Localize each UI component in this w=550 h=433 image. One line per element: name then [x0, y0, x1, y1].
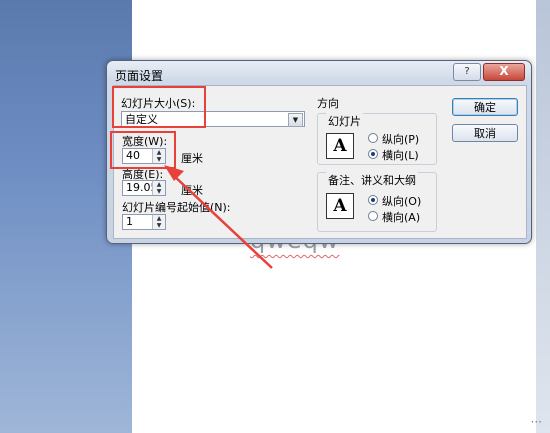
start-number-spinner[interactable]: ▲ ▼ [152, 215, 165, 229]
cancel-button[interactable]: 取消 [452, 124, 518, 142]
spin-up-icon[interactable]: ▲ [153, 215, 165, 222]
close-icon[interactable]: X [483, 63, 525, 81]
spin-down-icon[interactable]: ▼ [153, 222, 165, 229]
page-icon: A [326, 133, 354, 159]
height-input[interactable]: 19.05 ▲ ▼ [122, 180, 166, 196]
page-setup-dialog: 页面设置 ? X 幻灯片大小(S): 自定义 ▼ 宽度(W): 40 ▲ ▼ 厘米… [106, 60, 532, 244]
spin-up-icon[interactable]: ▲ [153, 149, 165, 156]
start-number-label: 幻灯片编号起始值(N): [122, 201, 231, 214]
dialog-title: 页面设置 [115, 69, 164, 83]
width-input[interactable]: 40 ▲ ▼ [122, 148, 166, 164]
start-number-value: 1 [126, 215, 133, 228]
slide-size-label: 幻灯片大小(S): [121, 97, 196, 110]
width-unit: 厘米 [181, 152, 203, 165]
spin-down-icon[interactable]: ▼ [153, 188, 165, 195]
height-spinner[interactable]: ▲ ▼ [152, 181, 165, 195]
slides-group-title: 幻灯片 [326, 113, 363, 129]
notes-orientation-group: 备注、讲义和大纲 A 纵向(O) 横向(A) [317, 172, 437, 232]
spin-up-icon[interactable]: ▲ [153, 181, 165, 188]
slides-portrait-label[interactable]: 纵向(P) [382, 131, 419, 147]
slides-orientation-group: 幻灯片 A 纵向(P) 横向(L) [317, 113, 437, 165]
slide-size-value: 自定义 [125, 113, 158, 126]
notes-landscape-radio[interactable] [368, 211, 378, 221]
help-icon[interactable]: ? [453, 63, 481, 81]
width-label: 宽度(W): [122, 135, 168, 148]
ok-button[interactable]: 确定 [452, 98, 518, 116]
chevron-down-icon[interactable]: ▼ [288, 113, 303, 127]
dialog-body: 幻灯片大小(S): 自定义 ▼ 宽度(W): 40 ▲ ▼ 厘米 高度(E): 1… [113, 85, 527, 239]
slides-portrait-radio[interactable] [368, 133, 378, 143]
width-spinner[interactable]: ▲ ▼ [152, 149, 165, 163]
slides-landscape-label[interactable]: 横向(L) [382, 147, 419, 163]
scroll-area [536, 0, 550, 433]
slide-size-select[interactable]: 自定义 ▼ [121, 111, 305, 127]
slides-landscape-radio[interactable] [368, 149, 378, 159]
notes-group-title: 备注、讲义和大纲 [326, 172, 418, 188]
notes-landscape-label[interactable]: 横向(A) [382, 209, 420, 225]
spin-down-icon[interactable]: ▼ [153, 156, 165, 163]
height-unit: 厘米 [181, 184, 203, 197]
watermark: ··· [530, 415, 542, 429]
page-icon: A [326, 193, 354, 219]
start-number-input[interactable]: 1 ▲ ▼ [122, 214, 166, 230]
orientation-heading: 方向 [317, 97, 339, 110]
notes-portrait-label[interactable]: 纵向(O) [382, 193, 421, 209]
width-value: 40 [126, 149, 140, 162]
notes-portrait-radio[interactable] [368, 195, 378, 205]
